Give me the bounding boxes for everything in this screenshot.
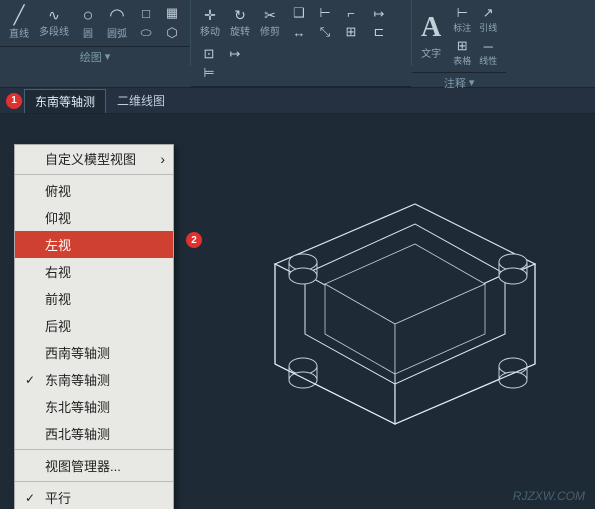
view-top[interactable]: 俯视 [15, 177, 173, 204]
view-bottom[interactable]: 仰视 [15, 204, 173, 231]
tabs-bar: 1 东南等轴测 二维线图 [0, 88, 595, 114]
trim-tool[interactable]: ✂ 修剪 [257, 6, 283, 40]
extend-tool[interactable]: ↦ [367, 5, 391, 23]
offset-tool[interactable]: ⊏ [367, 23, 391, 41]
leader-tool[interactable]: ↗ 引线 [476, 4, 500, 35]
rotate-tool[interactable]: ↻ 旋转 [227, 6, 253, 40]
menu-separator-3 [15, 481, 173, 482]
rect-tool[interactable]: □ [134, 4, 158, 22]
view-sw-iso[interactable]: 西南等轴测 [15, 339, 173, 366]
view-ne-iso[interactable]: 东北等轴测 [15, 393, 173, 420]
copy-tool[interactable]: ❑ [287, 4, 311, 22]
copy-sub1[interactable]: ⊡ [197, 45, 221, 63]
rotate-icon: ↻ [234, 8, 246, 22]
linetype-icon: ─ [484, 39, 493, 54]
region-tool[interactable]: ⬡ [160, 24, 184, 42]
isometric-drawing [215, 134, 585, 494]
view-parallel[interactable]: 平行 [15, 484, 173, 509]
arc-tool[interactable]: ◠ 圆弧 [104, 4, 130, 42]
copy-sub2[interactable]: ↦ [223, 45, 247, 63]
mirror-tool[interactable]: ⊢ [313, 4, 337, 22]
circle-icon: ○ [83, 6, 94, 24]
draw-label[interactable]: 绘图 ▾ [0, 46, 190, 66]
line-tool[interactable]: ╱ 直线 [6, 4, 32, 42]
text-icon: A [421, 12, 441, 44]
view-front[interactable]: 前视 [15, 285, 173, 312]
circle-tool[interactable]: ○ 圆 [76, 4, 100, 42]
view-se-iso[interactable]: 东南等轴测 [15, 366, 173, 393]
view-nw-iso[interactable]: 西北等轴测 [15, 420, 173, 447]
line-icon: ╱ [14, 6, 25, 24]
menu-separator-2 [15, 449, 173, 450]
linetype-tool[interactable]: ─ 线性 [476, 37, 500, 68]
modify-section: ✛ 移动 ↻ 旋转 ✂ 修剪 ❑ ⊢ ⌐ [191, 0, 412, 66]
view-manager[interactable]: 视图管理器... [15, 452, 173, 479]
badge-1: 1 [6, 93, 22, 109]
context-menu: 自定义模型视图 俯视 仰视 左视 右视 前视 后视 西南等轴测 东南等轴测 东北… [14, 144, 174, 509]
tab-3d-view[interactable]: 东南等轴测 [24, 89, 106, 113]
table-tool[interactable]: ⊞ 表格 [450, 37, 474, 68]
stretch-tool[interactable]: ↔ [287, 23, 311, 41]
scale-tool[interactable]: ⤡ [313, 23, 337, 41]
view-left[interactable]: 左视 [15, 231, 173, 258]
badge-2: 2 [186, 232, 202, 248]
array-tool[interactable]: ⊞ [339, 23, 363, 41]
arc-icon: ◠ [109, 6, 125, 24]
ellipse-tool[interactable]: ⬭ [134, 24, 158, 42]
trim-icon: ✂ [264, 8, 276, 22]
polyline-icon: ∿ [48, 8, 60, 22]
table-icon: ⊞ [457, 38, 468, 54]
main-area: 自定义模型视图 俯视 仰视 左视 右视 前视 后视 西南等轴测 东南等轴测 东北… [0, 114, 595, 509]
polyline-tool[interactable]: ∿ 多段线 [36, 6, 72, 40]
dimension-icon: ⊢ [457, 5, 468, 21]
view-right[interactable]: 右视 [15, 258, 173, 285]
custom-view-item[interactable]: 自定义模型视图 [15, 145, 173, 172]
leader-icon: ↗ [483, 5, 494, 21]
tab-2d-view[interactable]: 二维线图 [106, 88, 176, 113]
toolbar: ╱ 直线 ∿ 多段线 ○ 圆 ◠ 圆弧 □ ▦ [0, 0, 595, 88]
modify-sub3[interactable]: ⊨ [197, 64, 221, 82]
draw-section: ╱ 直线 ∿ 多段线 ○ 圆 ◠ 圆弧 □ ▦ [0, 0, 191, 66]
move-icon: ✛ [204, 8, 216, 22]
view-back[interactable]: 后视 [15, 312, 173, 339]
menu-separator-1 [15, 174, 173, 175]
hatch-tool[interactable]: ▦ [160, 4, 184, 22]
watermark: RJZXW.COM [513, 489, 585, 503]
dimension-tool[interactable]: ⊢ 标注 [450, 4, 474, 35]
annotation-section: A 文字 ⊢ 标注 ↗ 引线 [412, 0, 506, 66]
text-tool[interactable]: A 文字 [418, 10, 444, 62]
move-tool[interactable]: ✛ 移动 [197, 6, 223, 40]
draw-dropdown-icon: ▾ [105, 50, 111, 63]
fillet-tool[interactable]: ⌐ [339, 4, 363, 22]
